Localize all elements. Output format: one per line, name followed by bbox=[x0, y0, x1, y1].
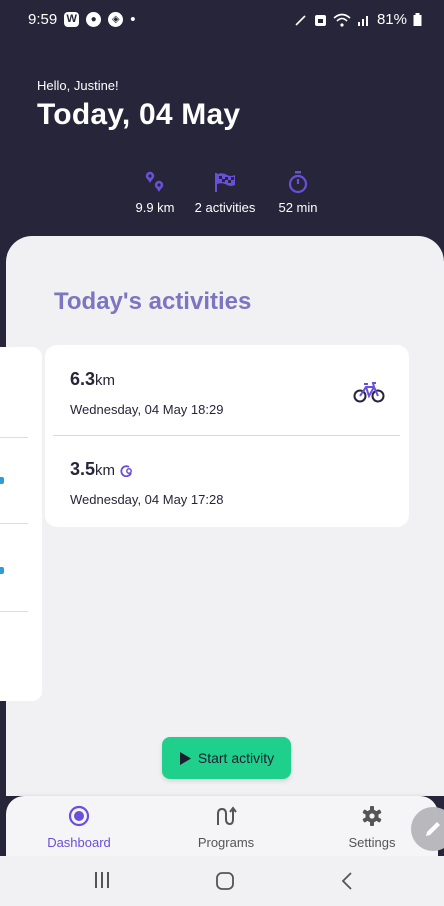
start-activity-button[interactable]: Start activity bbox=[162, 737, 291, 779]
play-icon bbox=[179, 751, 191, 765]
bottom-nav: Dashboard Programs Settings bbox=[6, 796, 438, 856]
stopwatch-icon bbox=[288, 171, 308, 194]
nav-item-settings[interactable]: Settings bbox=[327, 804, 417, 850]
alarm-icon bbox=[314, 14, 326, 26]
activity-item[interactable]: 6.3km Wednesday, 04 May 18:29 bbox=[45, 345, 409, 435]
compass-icon: ◈ bbox=[108, 12, 124, 27]
nav-item-dashboard[interactable]: Dashboard bbox=[34, 804, 124, 850]
start-activity-label: Start activity bbox=[197, 750, 275, 766]
activity-datetime: Wednesday, 04 May 17:28 bbox=[70, 492, 224, 507]
system-nav-bar bbox=[0, 856, 444, 906]
side-card-previous[interactable] bbox=[0, 347, 42, 701]
status-bar-right: 81% bbox=[294, 11, 422, 28]
main-content: Today's activities 6.3km Wednesday, 04 M… bbox=[0, 236, 444, 796]
nav-label: Dashboard bbox=[47, 835, 111, 850]
activity-distance-unit: km bbox=[95, 462, 116, 479]
wifi-icon bbox=[333, 13, 351, 27]
stat-duration: 52 min bbox=[272, 168, 324, 215]
side-card-divider bbox=[0, 437, 28, 438]
nav-label: Programs bbox=[197, 835, 255, 850]
status-dot: • bbox=[130, 11, 136, 28]
activity-distance: 6.3km bbox=[70, 369, 115, 390]
status-time: 9:59 bbox=[28, 11, 58, 28]
side-card-marker bbox=[0, 477, 4, 484]
gear-icon bbox=[362, 806, 382, 826]
greeting: Hello, Justine! bbox=[37, 78, 119, 93]
recent-apps-icon[interactable] bbox=[94, 871, 110, 889]
bicycle-icon bbox=[353, 382, 385, 403]
activity-distance-unit: km bbox=[95, 372, 116, 389]
stat-distance-value: 9.9 km bbox=[135, 200, 175, 215]
activity-distance-value: 6.3 bbox=[70, 369, 96, 389]
route-pin-icon bbox=[145, 171, 164, 192]
profile-icon: ● bbox=[86, 12, 102, 27]
section-title: Today's activities bbox=[54, 288, 252, 315]
stat-activities: 2 activities bbox=[185, 168, 265, 215]
side-card-divider bbox=[0, 611, 28, 612]
w-app-icon: W bbox=[64, 12, 80, 27]
page-title: Today, 04 May bbox=[37, 98, 241, 131]
side-card-marker bbox=[0, 567, 4, 574]
status-bar-left: 9:59 W ● ◈ • bbox=[28, 11, 135, 28]
activities-card: 6.3km Wednesday, 04 May 18:29 3.5km Wedn… bbox=[45, 345, 409, 527]
home-icon[interactable] bbox=[215, 871, 235, 891]
side-card-divider bbox=[0, 523, 28, 524]
activity-distance-value: 3.5 bbox=[70, 459, 96, 479]
header: Hello, Justine! Today, 04 May 9.9 km 2 a… bbox=[0, 40, 444, 240]
battery-icon bbox=[413, 12, 422, 26]
loop-icon bbox=[120, 465, 132, 478]
back-icon[interactable] bbox=[340, 871, 354, 891]
stat-duration-value: 52 min bbox=[278, 200, 318, 215]
activity-datetime: Wednesday, 04 May 18:29 bbox=[70, 402, 224, 417]
programs-route-icon bbox=[217, 806, 237, 826]
activity-distance: 3.5km bbox=[70, 459, 135, 480]
checkered-flag-icon bbox=[215, 173, 235, 192]
battery-percent: 81% bbox=[376, 11, 407, 28]
status-bar: 9:59 W ● ◈ • 81% bbox=[0, 0, 444, 40]
nav-item-programs[interactable]: Programs bbox=[181, 804, 271, 850]
dashboard-icon bbox=[68, 805, 90, 827]
activity-item[interactable]: 3.5km Wednesday, 04 May 17:28 bbox=[45, 435, 409, 525]
stat-activities-value: 2 activities bbox=[194, 200, 256, 215]
signal-icon bbox=[357, 15, 368, 26]
pencil-icon bbox=[426, 822, 440, 836]
nav-label: Settings bbox=[348, 835, 396, 850]
stat-distance: 9.9 km bbox=[130, 168, 180, 215]
pen-icon bbox=[295, 14, 306, 26]
